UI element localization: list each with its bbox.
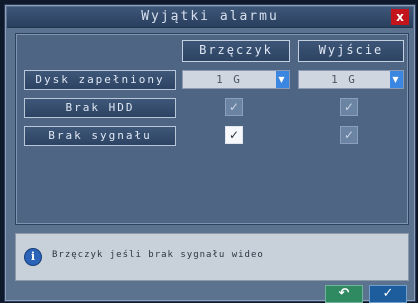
row-label-disk-full: Dysk zapełniony <box>24 70 176 90</box>
row-label-no-hdd: Brak HDD <box>24 98 176 118</box>
column-header-output: Wyjście <box>298 40 404 62</box>
info-icon: i <box>24 248 42 266</box>
ok-button[interactable]: ✓ <box>369 285 407 303</box>
dialog-title: Wyjątki alarmu <box>141 9 279 24</box>
column-header-buzzer: Brzęczyk <box>182 40 290 62</box>
no-hdd-buzzer-checkbox[interactable]: ✓ <box>225 98 243 116</box>
chevron-down-icon[interactable]: ▼ <box>390 71 403 88</box>
chevron-down-icon[interactable]: ▼ <box>276 71 289 88</box>
back-button[interactable]: ↶ <box>325 285 363 303</box>
no-signal-buzzer-checkbox[interactable]: ✓ <box>225 126 243 144</box>
row-label-no-signal: Brak sygnału <box>24 126 176 146</box>
no-signal-output-checkbox[interactable]: ✓ <box>340 126 358 144</box>
info-bar: i Brzęczyk jeśli brak sygnału wideo <box>15 233 409 281</box>
disk-full-buzzer-value: 1 G <box>216 73 242 86</box>
info-text: Brzęczyk jeśli brak sygnału wideo <box>52 250 264 260</box>
close-button[interactable]: x <box>391 9 409 25</box>
settings-panel: Brzęczyk Wyjście Dysk zapełniony 1 G ▼ 1… <box>15 33 409 225</box>
no-hdd-output-checkbox[interactable]: ✓ <box>340 98 358 116</box>
title-bar: Wyjątki alarmu x <box>7 7 413 28</box>
disk-full-buzzer-select[interactable]: 1 G ▼ <box>182 70 290 89</box>
alarm-exceptions-dialog: Wyjątki alarmu x Brzęczyk Wyjście Dysk z… <box>4 4 416 303</box>
disk-full-output-value: 1 G <box>331 73 357 86</box>
disk-full-output-select[interactable]: 1 G ▼ <box>298 70 404 89</box>
